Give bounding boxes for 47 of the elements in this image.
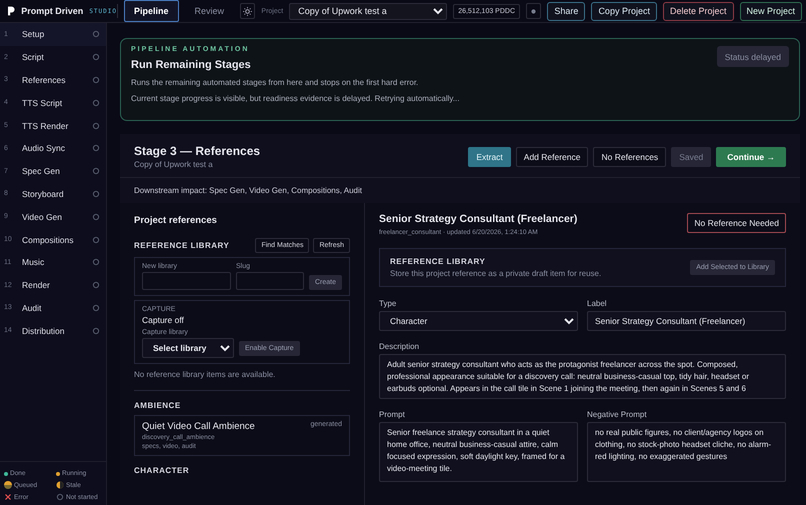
stage-button[interactable]: Continue →	[716, 146, 786, 166]
field-label: Label	[587, 299, 608, 308]
sun-icon	[243, 6, 252, 16]
library-text: Store this project reference as a private draft item for reuse.	[390, 269, 602, 278]
capture-status: Capture off	[142, 315, 185, 325]
slug-field[interactable]	[236, 272, 304, 290]
negative-prompt-field[interactable]: no real public figures, no client/agency logos on clothing, no stock-photo headset cliche, no alarm-red lighting, no exaggerated gestures	[587, 422, 786, 482]
section-heading: CHARACTER	[134, 466, 190, 475]
section-heading: AMBIENCE	[134, 401, 182, 410]
type-select[interactable]: Character	[379, 311, 578, 331]
reference-title: Quiet Video Call Ambience	[142, 421, 255, 432]
brand-name: Prompt Driven	[21, 6, 84, 16]
settings-button[interactable]	[526, 3, 542, 19]
header-button[interactable]: Share	[547, 2, 586, 20]
field-label: Negative Prompt	[587, 410, 648, 419]
stage-button[interactable]: No References	[593, 146, 666, 166]
panel-title: Project references	[134, 215, 218, 226]
header-button[interactable]: New Project	[740, 2, 802, 20]
capture-library-select[interactable]: Select library	[142, 338, 234, 358]
field-label: Description	[379, 342, 420, 351]
nav-tab[interactable]: Pipeline	[124, 0, 179, 22]
stage-subtitle: Copy of Upwork test a	[134, 160, 214, 169]
logo-icon	[8, 5, 16, 17]
automation-title: Run Remaining Stages	[131, 59, 252, 71]
empty-message: No reference library items are available.	[134, 370, 350, 391]
header-button[interactable]: Copy Project	[591, 2, 657, 20]
no-reference-button[interactable]: No Reference Needed	[687, 213, 786, 233]
reference-title: Senior Strategy Consultant (Freelancer)	[379, 213, 578, 225]
dot-icon	[531, 8, 536, 14]
section-heading: REFERENCE LIBRARY	[134, 241, 230, 250]
field-label: Prompt	[379, 410, 406, 419]
nav-tab[interactable]: Review	[184, 0, 234, 22]
prompt-field[interactable]: Senior freelance strategy consultant in a quiet home office, neutral business-casual attire, calm focused expression, soft daylight key, framed for a video-meeting tile.	[379, 422, 578, 482]
field-label: Type	[379, 299, 398, 308]
stage-title: Stage 3 — References	[134, 144, 260, 158]
status-button[interactable]: Status delayed	[716, 46, 789, 67]
label-field[interactable]: Senior Strategy Consultant (Freelancer)	[587, 311, 786, 331]
description-field[interactable]: Adult senior strategy consultant who acts as the protagonist freelancer across the spot. Composed, professional appearance suitable for a discovery call: neutral business-casual top, tidy hair, headset or earbuds optional. Appears in the call tile in Scene 1 joining the meeting, then again in Scenes 5 and 6	[379, 354, 786, 399]
theme-toggle-button[interactable]	[240, 3, 256, 19]
stage-button[interactable]: Add Reference	[516, 146, 588, 166]
header-button[interactable]: Delete Project	[662, 2, 734, 20]
stage-button[interactable]: Extract	[468, 146, 511, 166]
automation-text: Current stage progress is visible, but readiness evidence is delayed. Retrying automatically...	[131, 94, 460, 103]
section-heading: REFERENCE LIBRARY	[390, 257, 486, 266]
project-select[interactable]: Copy of Upwork test a	[289, 2, 448, 20]
automation-text: Runs the remaining automated stages from here and stops on the first hard error.	[131, 78, 420, 87]
new-library-field[interactable]	[142, 272, 231, 290]
